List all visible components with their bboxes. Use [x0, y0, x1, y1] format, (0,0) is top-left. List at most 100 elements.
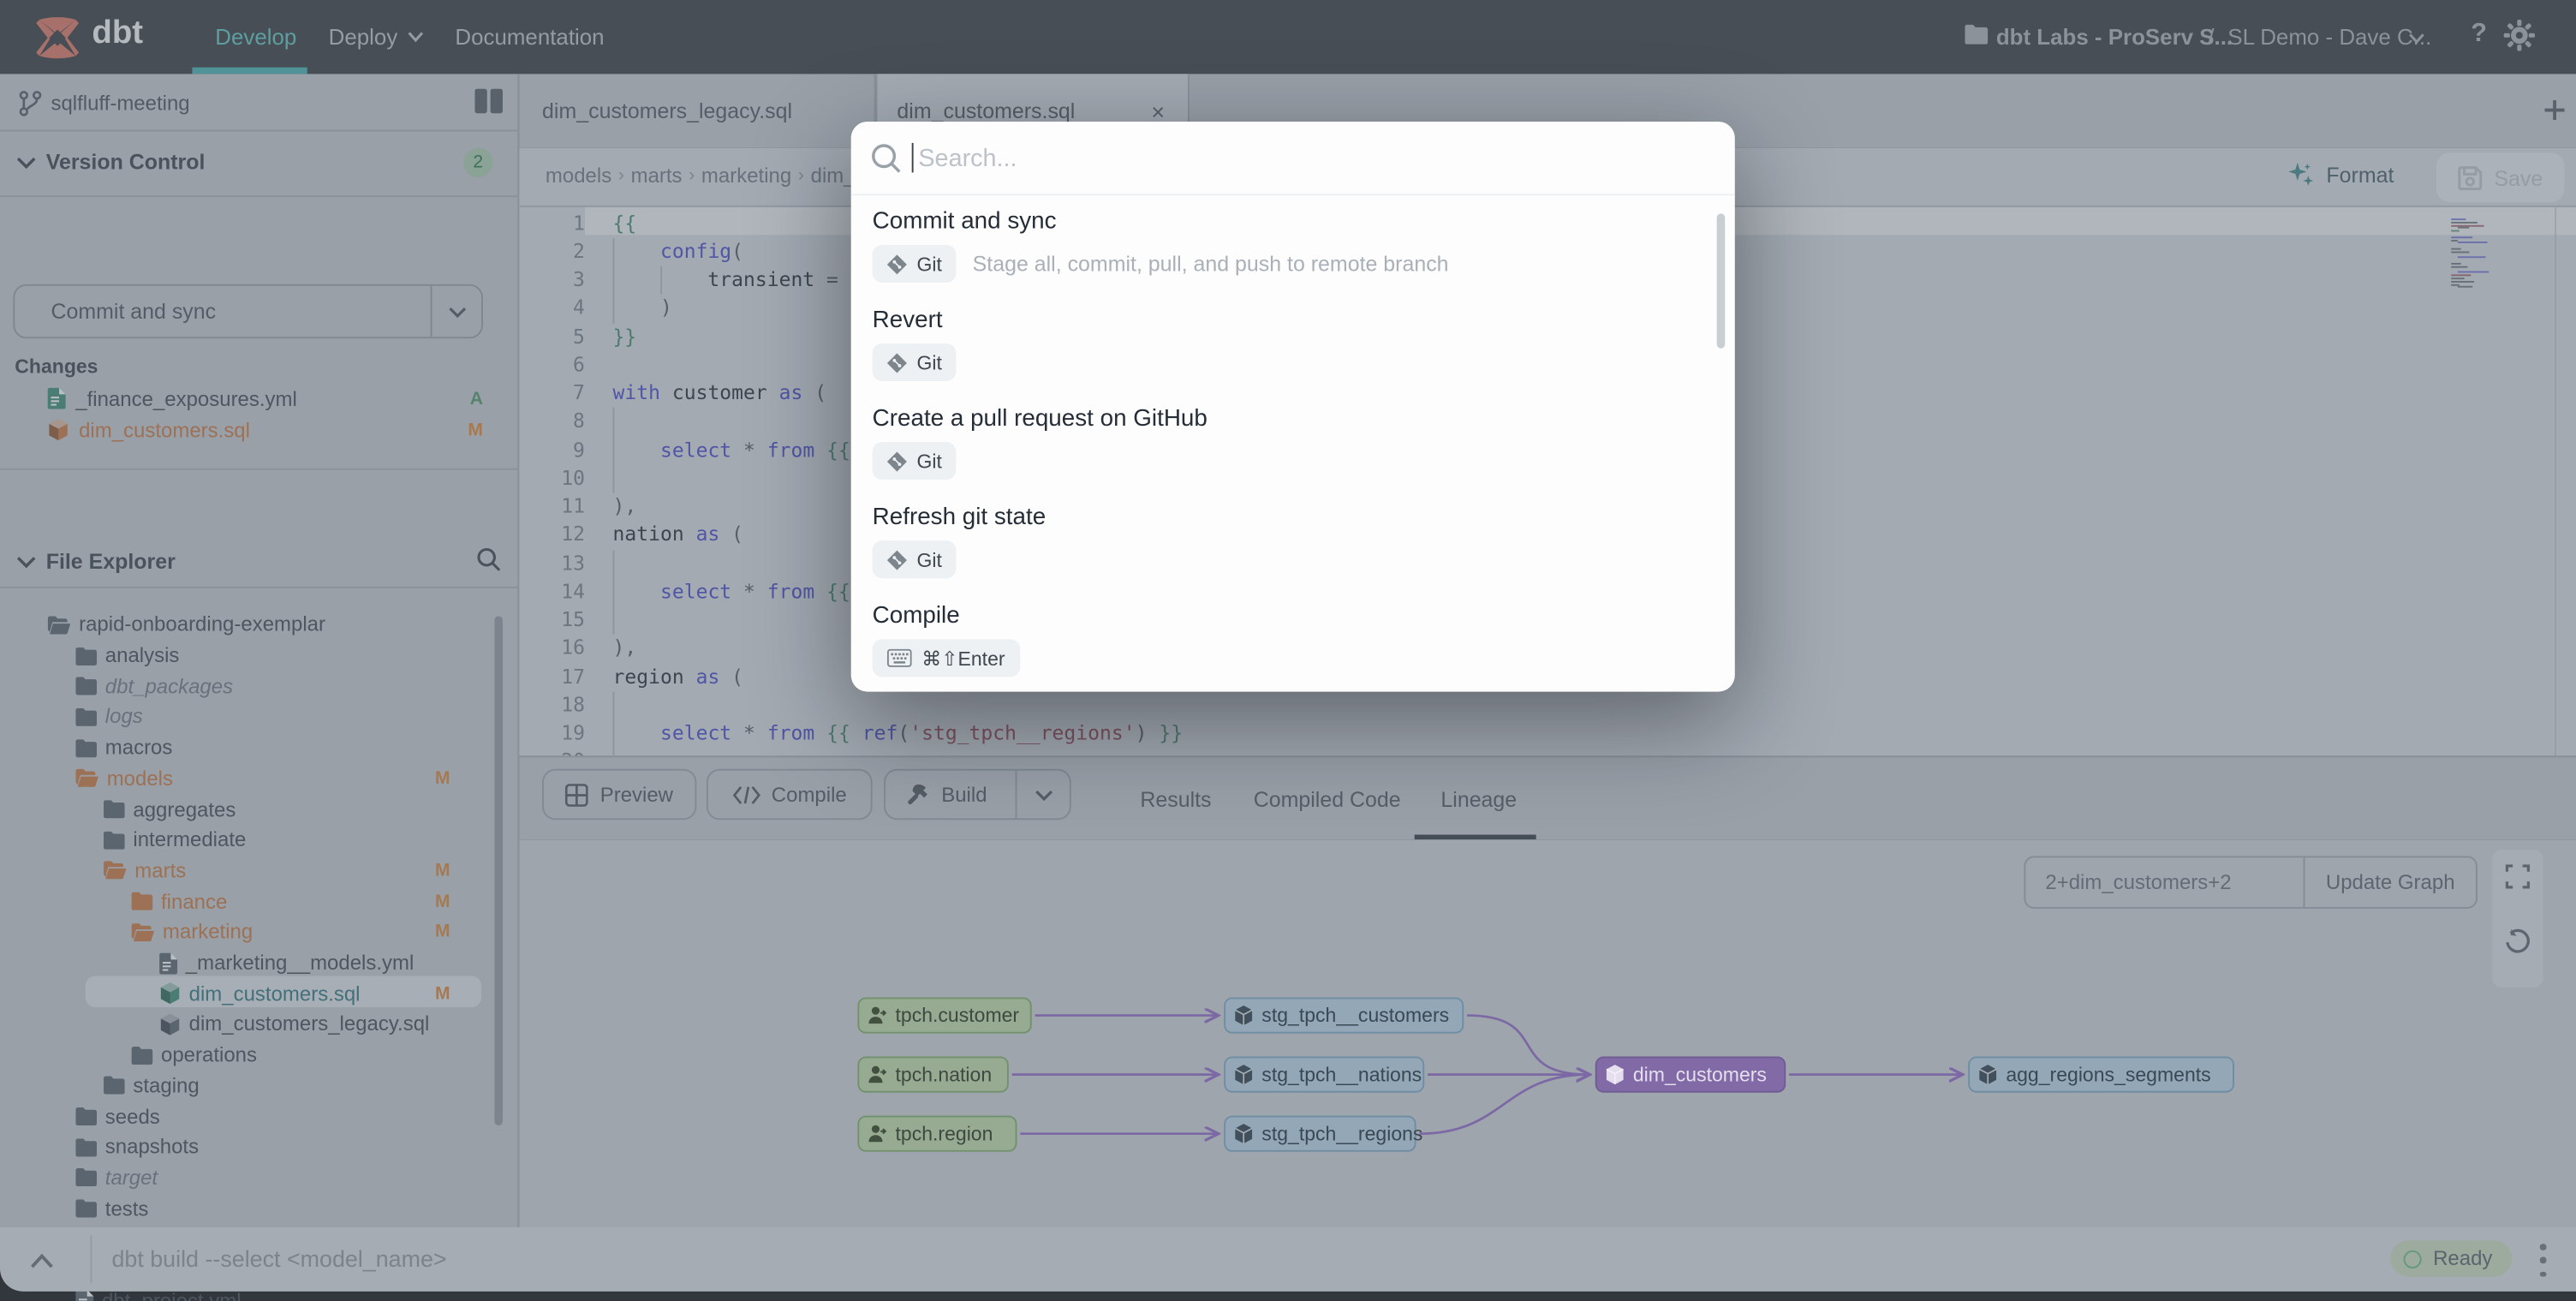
- lineage-node-label: tpch.customer: [896, 1004, 1020, 1027]
- file-explorer-title[interactable]: File Explorer: [46, 549, 176, 574]
- tree-item-intermediate[interactable]: intermediate: [0, 825, 493, 856]
- kebab-menu-icon[interactable]: [2531, 1244, 2555, 1276]
- lineage-node-stg_tpch__nations[interactable]: stg_tpch__nations: [1224, 1057, 1424, 1093]
- tree-item-label: models: [107, 767, 173, 791]
- breadcrumb-segment[interactable]: models: [546, 164, 611, 188]
- keyboard-icon: [887, 649, 912, 667]
- indent-guide: [613, 238, 615, 323]
- version-control-title[interactable]: Version Control: [46, 150, 206, 175]
- tree-item-tests[interactable]: tests: [0, 1193, 493, 1224]
- lineage-node-stg_tpch__customers[interactable]: stg_tpch__customers: [1224, 997, 1464, 1033]
- lineage-selector-input[interactable]: 2+dim_customers+2: [2025, 857, 2303, 907]
- lineage-node-agg_regions_segments[interactable]: agg_regions_segments: [1968, 1057, 2234, 1093]
- minimap-line: [2451, 278, 2464, 279]
- folder-icon: [75, 1200, 97, 1218]
- editor-tab-dim_customers_legacy.sql[interactable]: dim_customers_legacy.sql: [519, 74, 875, 147]
- tree-item-finance[interactable]: financeM: [0, 886, 493, 917]
- modified-badge: M: [435, 892, 450, 911]
- divider: [91, 1236, 92, 1284]
- tree-item-marketing[interactable]: marketingM: [0, 916, 493, 947]
- changes-count-badge: 2: [463, 148, 493, 178]
- version-control-chevron-icon[interactable]: [16, 156, 36, 169]
- format-button[interactable]: Format: [2287, 161, 2394, 189]
- tree-item--marketing-models-yml[interactable]: _marketing__models.yml: [0, 947, 493, 978]
- lineage-node-tpch.nation[interactable]: tpch.nation: [857, 1057, 1008, 1093]
- tab-compiled-code[interactable]: Compiled Code: [1254, 757, 1401, 839]
- changed-file-row[interactable]: _finance_exposures.ymlA: [0, 383, 519, 414]
- minimap-line: [2451, 236, 2472, 238]
- tree-item-marts[interactable]: martsM: [0, 856, 493, 886]
- reset-view-icon[interactable]: [2504, 928, 2532, 957]
- code-line: ): [613, 295, 672, 323]
- file-status-badge: A: [470, 389, 483, 409]
- build-button[interactable]: Build: [884, 769, 1071, 820]
- search-icon[interactable]: [476, 547, 501, 572]
- tree-item-target[interactable]: target: [0, 1162, 493, 1193]
- palette-item-compile[interactable]: Compile⌘⇧Enter: [851, 601, 1706, 692]
- minimap-line: [2458, 272, 2489, 273]
- nav-deploy[interactable]: Deploy: [329, 0, 424, 74]
- tree-item-aggregates[interactable]: aggregates: [0, 794, 493, 825]
- build-options-chevron[interactable]: [1016, 771, 1070, 819]
- environment-name[interactable]: SL Demo - Dave C...: [2227, 25, 2431, 50]
- git-icon: [887, 254, 907, 273]
- close-tab-icon[interactable]: ×: [1151, 98, 1165, 124]
- changed-file-row[interactable]: dim_customers.sqlM: [0, 414, 519, 445]
- tree-item-dim-customers-legacy-sql[interactable]: dim_customers_legacy.sql: [0, 1009, 493, 1040]
- nav-develop[interactable]: Develop: [215, 0, 296, 74]
- changes-label: Changes: [15, 355, 98, 378]
- palette-scrollbar[interactable]: [1717, 213, 1726, 348]
- lineage-node-tpch.region[interactable]: tpch.region: [857, 1116, 1017, 1152]
- editor-scrollbar-track[interactable]: [2555, 207, 2556, 756]
- tree-item-models[interactable]: modelsM: [0, 763, 493, 794]
- commit-options-chevron[interactable]: [431, 286, 481, 337]
- environment-chevron-icon[interactable]: [2408, 33, 2424, 44]
- palette-search-input[interactable]: Search...: [918, 145, 1017, 173]
- command-input[interactable]: dbt build --select <model_name>: [111, 1245, 446, 1272]
- tree-item-dbt-packages[interactable]: dbt_packages: [0, 671, 493, 701]
- lineage-node-dim_customers[interactable]: dim_customers: [1595, 1057, 1786, 1093]
- commit-and-sync-button[interactable]: Commit and sync: [13, 284, 483, 338]
- lineage-controls: 2+dim_customers+2 Update Graph: [2024, 856, 2477, 908]
- expand-console-chevron-icon[interactable]: [30, 1254, 55, 1268]
- tab-lineage[interactable]: Lineage: [1440, 757, 1517, 839]
- update-graph-button[interactable]: Update Graph: [2304, 857, 2476, 907]
- breadcrumb-segment[interactable]: marts: [631, 164, 683, 188]
- tree-item-macros[interactable]: macros: [0, 732, 493, 763]
- gear-icon[interactable]: [2504, 20, 2535, 51]
- tree-item-logs[interactable]: logs: [0, 701, 493, 732]
- palette-item-create-a-pull-request-on-github[interactable]: Create a pull request on GitHubGit: [851, 404, 1706, 499]
- breadcrumb-segment[interactable]: marketing: [701, 164, 791, 188]
- palette-item-commit-and-sync[interactable]: Commit and syncGitStage all, commit, pul…: [851, 207, 1706, 302]
- save-button[interactable]: Save: [2436, 152, 2565, 202]
- compile-button[interactable]: Compile: [707, 769, 873, 820]
- tree-item-operations[interactable]: operations: [0, 1040, 493, 1071]
- tab-results[interactable]: Results: [1140, 757, 1211, 839]
- lineage-panel: tpch.customer tpch.nation tpch.region stg_t…: [519, 839, 2576, 1227]
- branch-name[interactable]: sqlfluff-meeting: [51, 92, 189, 115]
- fullscreen-icon[interactable]: [2506, 864, 2531, 889]
- preview-button[interactable]: Preview: [542, 769, 696, 820]
- dbt-logo-icon[interactable]: [33, 13, 82, 63]
- lineage-node-tpch.customer[interactable]: tpch.customer: [857, 997, 1031, 1033]
- palette-item-refresh-git-state[interactable]: Refresh git stateGit: [851, 503, 1706, 598]
- lineage-node-stg_tpch__regions[interactable]: stg_tpch__regions: [1224, 1116, 1416, 1152]
- tree-item-rapid-onboarding-exemplar[interactable]: rapid-onboarding-exemplar: [0, 610, 493, 641]
- file-tree-scrollbar[interactable]: [494, 616, 503, 1125]
- lineage-tools-panel: [2492, 850, 2543, 988]
- project-name[interactable]: dbt Labs - ProServ S...: [1996, 25, 2233, 50]
- nav-documentation[interactable]: Documentation: [455, 0, 604, 74]
- tree-item-analysis[interactable]: analysis: [0, 641, 493, 671]
- minimap[interactable]: [2451, 218, 2501, 290]
- palette-item-revert[interactable]: RevertGit: [851, 306, 1706, 401]
- tree-item-snapshots[interactable]: snapshots: [0, 1132, 493, 1163]
- tree-item-dim-customers-sql[interactable]: dim_customers.sqlM: [0, 978, 493, 1009]
- model-icon: [1234, 1124, 1254, 1143]
- tree-item-staging[interactable]: staging: [0, 1071, 493, 1101]
- line-number: 17: [535, 663, 585, 691]
- new-tab-plus-icon[interactable]: [2537, 86, 2573, 135]
- file-explorer-chevron-icon[interactable]: [16, 555, 36, 568]
- help-icon[interactable]: ?: [2471, 20, 2487, 50]
- docs-book-icon[interactable]: [474, 89, 503, 114]
- tree-item-seeds[interactable]: seeds: [0, 1101, 493, 1132]
